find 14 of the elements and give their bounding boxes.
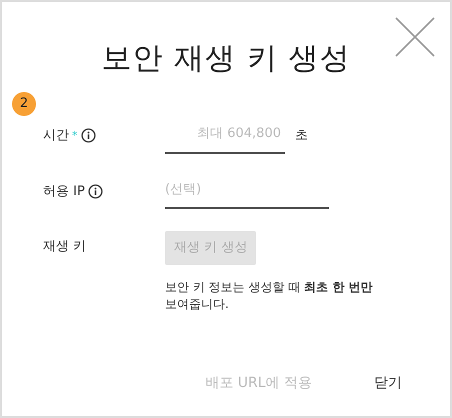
field-label: 허용 IP — [43, 182, 85, 200]
field-label: 시간 — [43, 127, 69, 145]
input-field[interactable]: 최대 604,800 — [165, 120, 285, 154]
info-icon[interactable] — [88, 184, 103, 199]
required-mark: * — [72, 128, 78, 144]
input-field[interactable]: (선택) — [165, 176, 329, 209]
step-badge: 2 — [12, 92, 36, 116]
unit-label: 초 — [294, 127, 308, 145]
info-note: 보안 키 정보는 생성할 때 최초 한 번만 보여줍니다. — [165, 278, 374, 313]
dialog-title: 보안 재생 키 생성 — [100, 40, 352, 78]
close-button[interactable] — [394, 16, 436, 58]
info-icon[interactable] — [80, 128, 96, 144]
field-label: 재생 키 — [43, 238, 86, 256]
close-text-button[interactable]: 닫기 — [366, 369, 410, 398]
